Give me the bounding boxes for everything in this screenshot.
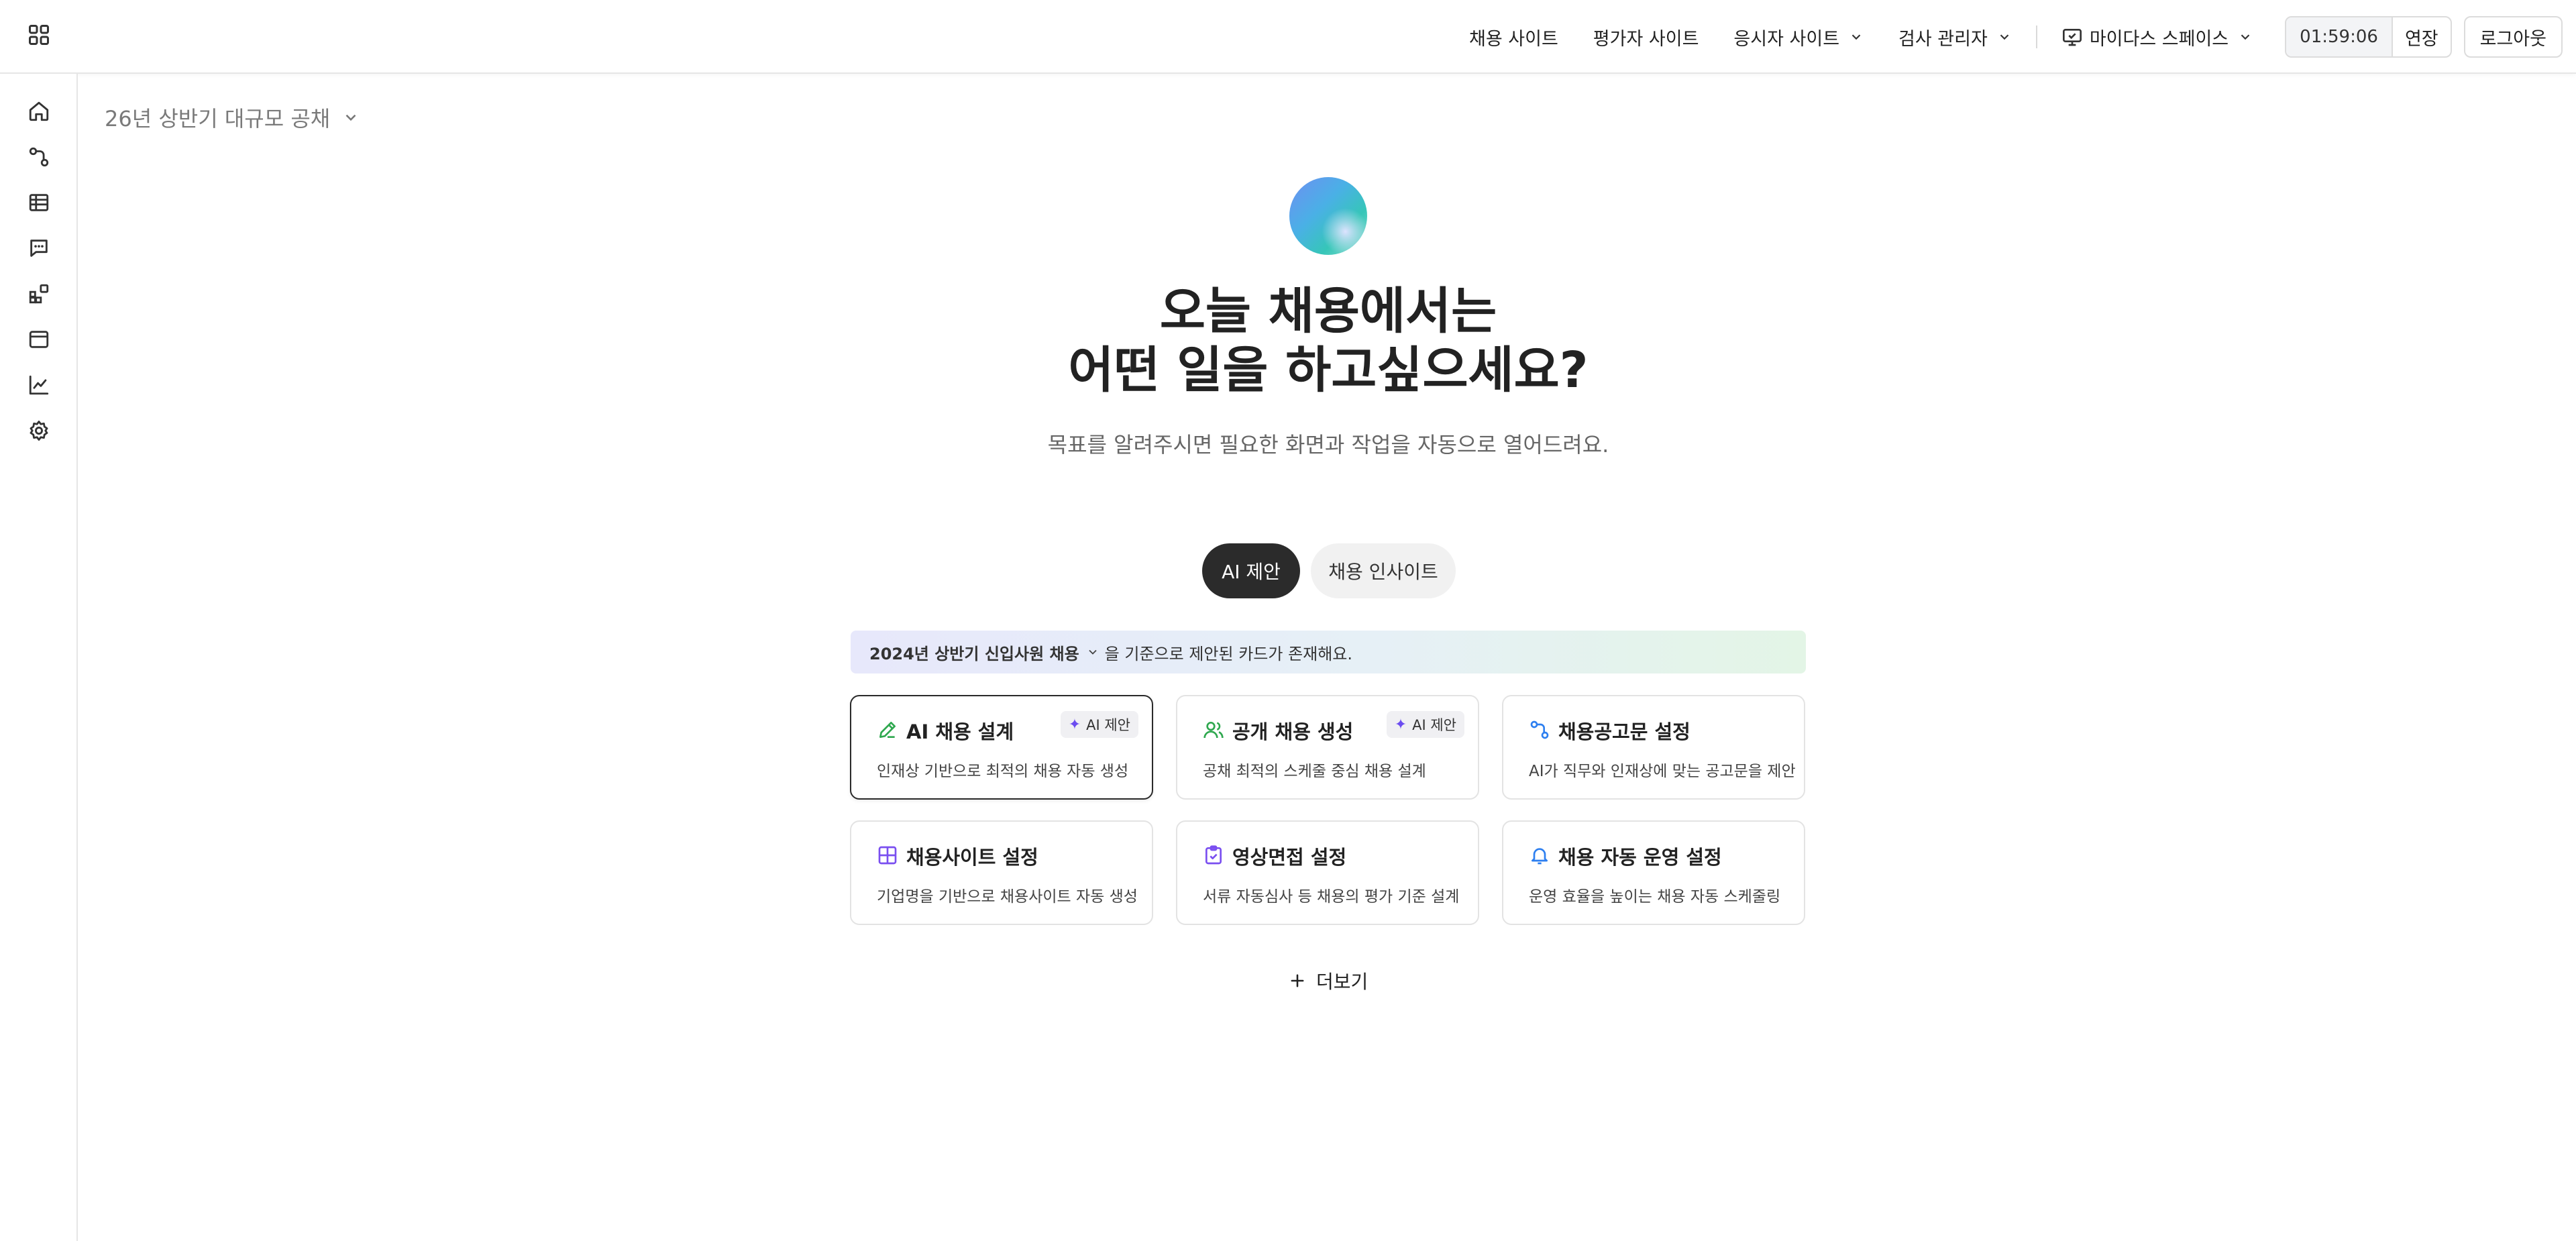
chevron-down-icon — [1851, 34, 1861, 40]
bell-icon — [1532, 848, 1548, 865]
session-timer: 01:59:06 — [2286, 17, 2392, 56]
card-title: 공개 채용 생성 — [1232, 720, 1354, 743]
card-open-recruitment[interactable]: 공개 채용 생성 ✦ AI 제안 공채 최적의 스케줄 중심 채용 설계 — [1176, 695, 1479, 800]
sidebar-item-workflow[interactable] — [25, 144, 52, 170]
card-description: 인재상 기반으로 최적의 채용 자동 생성 — [877, 763, 1129, 780]
ai-orb-logo — [1289, 177, 1367, 255]
nav-exam-admin-label: 검사 관리자 — [1898, 28, 1988, 50]
page-subtitle: 목표를 알려주시면 필요한 화면과 작업을 자동으로 열어드려요. — [1047, 432, 1609, 457]
workspace-selector-label: 26년 상반기 대규모 공채 — [105, 106, 331, 131]
card-title: 채용사이트 설정 — [906, 846, 1038, 869]
page-headline: 오늘 채용에서는 어떤 일을 하고싶으세요? — [0, 282, 2576, 400]
nav-applicant-site-label: 응시자 사이트 — [1733, 28, 1840, 50]
message-icon — [30, 239, 48, 257]
ai-suggestion-badge: ✦ AI 제안 — [1060, 711, 1138, 738]
card-description: 공채 최적의 스케줄 중심 채용 설계 — [1203, 763, 1426, 780]
banner-suffix-text: 을 기준으로 제안된 카드가 존재해요. — [1104, 644, 1353, 663]
chevron-down-icon — [2241, 34, 2250, 40]
card-description: 운영 효율을 높이는 채용 자동 스케줄링 — [1529, 888, 1781, 906]
card-video-interview-setup[interactable]: 영상면접 설정 서류 자동심사 등 채용의 평가 기준 설계 — [1176, 820, 1479, 925]
card-title: 채용 자동 운영 설정 — [1558, 846, 1722, 869]
nav-divider — [2035, 25, 2037, 48]
route-icon — [1530, 720, 1549, 739]
left-sidebar — [0, 74, 78, 1241]
headline-line-2: 어떤 일을 하고싶으세요? — [1068, 341, 1589, 399]
extend-session-button[interactable]: 연장 — [2391, 17, 2451, 56]
card-job-posting-setup[interactable]: 채용공고문 설정 AI가 직무와 인재상에 맞는 공고문을 제안 — [1502, 695, 1805, 800]
card-description: 서류 자동심사 등 채용의 평가 기준 설계 — [1203, 888, 1460, 906]
nav-exam-admin-dropdown[interactable]: 검사 관리자 — [1881, 15, 2029, 59]
workflow-icon — [29, 147, 49, 167]
more-button-label: 더보기 — [1316, 971, 1368, 993]
headline-line-1: 오늘 채용에서는 — [1159, 282, 1497, 340]
table-icon — [29, 194, 49, 211]
card-description: AI가 직무와 인재상에 맞는 공고문을 제안 — [1529, 763, 1796, 780]
chevron-down-icon — [2000, 34, 2009, 40]
card-auto-operation-setup[interactable]: 채용 자동 운영 설정 운영 효율을 높이는 채용 자동 스케줄링 — [1502, 820, 1805, 925]
card-ai-hiring-design[interactable]: AI 채용 설계 ✦ AI 제안 인재상 기반으로 최적의 채용 자동 생성 — [850, 695, 1153, 800]
nav-applicant-site-dropdown[interactable]: 응시자 사이트 — [1716, 15, 1881, 59]
card-title: 영상면접 설정 — [1232, 846, 1347, 869]
home-icon — [29, 101, 49, 121]
sparkle-icon: ✦ — [1394, 716, 1407, 733]
workspace-selector[interactable]: 26년 상반기 대규모 공채 — [105, 102, 360, 133]
pencil-icon — [879, 722, 896, 738]
recruitment-selector[interactable]: 2024년 상반기 신입사원 채용 — [869, 641, 1105, 664]
top-nav: 채용 사이트 평가자 사이트 응시자 사이트 검사 관리자 마이다스 스페이스 … — [1452, 15, 2563, 59]
card-career-site-setup[interactable]: 채용사이트 설정 기업명을 기반으로 채용사이트 자동 생성 — [850, 820, 1153, 925]
sidebar-item-table[interactable] — [25, 189, 52, 216]
nav-evaluator-site-label: 평가자 사이트 — [1593, 28, 1699, 50]
card-title: 채용공고문 설정 — [1558, 720, 1690, 743]
layout-icon — [878, 846, 897, 865]
session-timer-group: 01:59:06 연장 — [2285, 16, 2452, 58]
nav-evaluator-site[interactable]: 평가자 사이트 — [1576, 15, 1717, 59]
card-description: 기업명을 기반으로 채용사이트 자동 생성 — [877, 888, 1138, 906]
nav-hiring-site[interactable]: 채용 사이트 — [1452, 15, 1576, 59]
workspace-menu-dropdown[interactable]: 마이다스 스페이스 — [2044, 15, 2270, 59]
more-button[interactable]: 더보기 — [1288, 967, 1368, 994]
chevron-down-icon — [1089, 649, 1097, 655]
sidebar-item-home[interactable] — [25, 98, 52, 125]
top-header: 채용 사이트 평가자 사이트 응시자 사이트 검사 관리자 마이다스 스페이스 … — [0, 0, 2576, 74]
plus-icon — [1291, 974, 1304, 987]
badge-label: AI 제안 — [1412, 717, 1456, 733]
apps-grid-icon[interactable] — [27, 23, 51, 47]
card-title: AI 채용 설계 — [906, 720, 1014, 743]
suggestion-context-banner: 2024년 상반기 신입사원 채용 을 기준으로 제안된 카드가 존재해요. — [851, 631, 1806, 673]
tab-hiring-insight[interactable]: 채용 인사이트 — [1311, 543, 1456, 598]
recruitment-selector-label: 2024년 상반기 신입사원 채용 — [869, 644, 1079, 663]
tab-ai-suggestion[interactable]: AI 제안 — [1202, 543, 1300, 598]
ai-suggestion-badge: ✦ AI 제안 — [1386, 711, 1464, 738]
nav-hiring-site-label: 채용 사이트 — [1469, 28, 1558, 50]
sparkle-icon: ✦ — [1068, 716, 1081, 733]
mode-tabs: AI 제안 채용 인사이트 — [1202, 543, 1456, 598]
badge-label: AI 제안 — [1086, 717, 1130, 733]
monitor-check-icon — [2062, 29, 2082, 46]
workspace-menu-label: 마이다스 스페이스 — [2089, 28, 2229, 50]
clipboard-check-icon — [1205, 845, 1222, 865]
logout-button[interactable]: 로그아웃 — [2463, 16, 2563, 58]
users-icon — [1203, 722, 1224, 739]
chevron-down-icon — [345, 114, 356, 121]
sidebar-item-messages[interactable] — [25, 235, 52, 262]
